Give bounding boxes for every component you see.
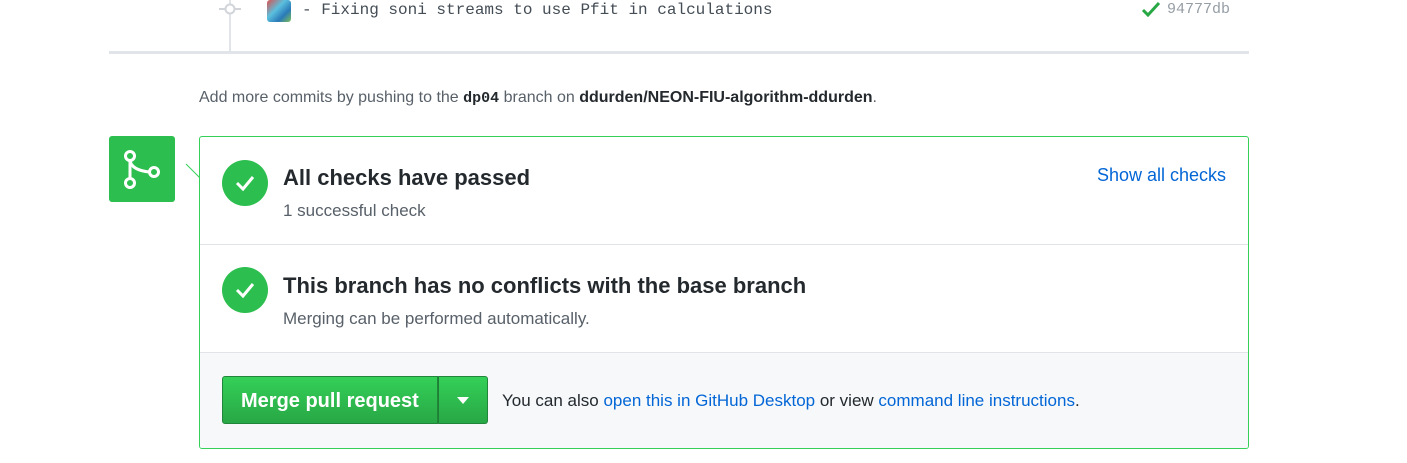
git-merge-icon bbox=[124, 150, 160, 189]
repo-name: ddurden/NEON-FIU-algorithm-ddurden bbox=[579, 89, 873, 106]
commit-dot-icon bbox=[219, 3, 241, 15]
push-note-suffix: . bbox=[872, 89, 877, 106]
branch-name: dp04 bbox=[463, 90, 500, 107]
conflicts-subtitle: Merging can be performed automatically. bbox=[283, 309, 590, 328]
command-line-instructions-link[interactable]: command line instructions bbox=[878, 391, 1075, 410]
checks-section: All checks have passed 1 successful chec… bbox=[200, 137, 1248, 245]
push-note-prefix: Add more commits by pushing to the bbox=[199, 89, 464, 106]
avatar[interactable] bbox=[267, 0, 291, 22]
or-view-text: or view bbox=[815, 391, 879, 410]
merge-button-group: Merge pull request bbox=[222, 376, 488, 424]
conflicts-title: This branch has no conflicts with the ba… bbox=[283, 273, 807, 298]
merge-options-dropdown[interactable] bbox=[437, 376, 488, 424]
push-note: Add more commits by pushing to the dp04 … bbox=[199, 89, 877, 107]
checks-title: All checks have passed bbox=[283, 165, 531, 190]
commit-row: - Fixing soni streams to use Pfit in cal… bbox=[0, 0, 1407, 52]
alternative-merge-note: You can also open this in GitHub Desktop… bbox=[502, 391, 1080, 411]
commit-message[interactable]: - Fixing soni streams to use Pfit in cal… bbox=[302, 1, 772, 19]
git-merge-icon-box bbox=[109, 136, 175, 202]
checks-status-badge bbox=[222, 160, 268, 206]
merge-status-card: All checks have passed 1 successful chec… bbox=[199, 136, 1249, 449]
conflicts-section: This branch has no conflicts with the ba… bbox=[200, 245, 1248, 353]
check-icon bbox=[235, 283, 255, 299]
also-prefix: You can also bbox=[502, 391, 604, 410]
caret-down-icon bbox=[456, 397, 469, 404]
merge-pull-request-button[interactable]: Merge pull request bbox=[222, 376, 438, 424]
open-in-desktop-link[interactable]: open this in GitHub Desktop bbox=[603, 391, 815, 410]
push-note-middle: branch on bbox=[499, 89, 580, 106]
check-icon[interactable] bbox=[1141, 1, 1161, 17]
check-icon bbox=[235, 176, 255, 192]
merge-panel-screen: - Fixing soni streams to use Pfit in cal… bbox=[0, 0, 1407, 463]
divider bbox=[109, 51, 1249, 54]
also-suffix: . bbox=[1074, 391, 1080, 410]
commit-sha[interactable]: 94777db bbox=[1167, 1, 1230, 18]
checks-subtitle: 1 successful check bbox=[283, 201, 426, 220]
conflicts-status-badge bbox=[222, 267, 268, 313]
show-all-checks-link[interactable]: Show all checks bbox=[1097, 165, 1226, 186]
merge-section: Merge pull request You can also open thi… bbox=[200, 353, 1248, 448]
